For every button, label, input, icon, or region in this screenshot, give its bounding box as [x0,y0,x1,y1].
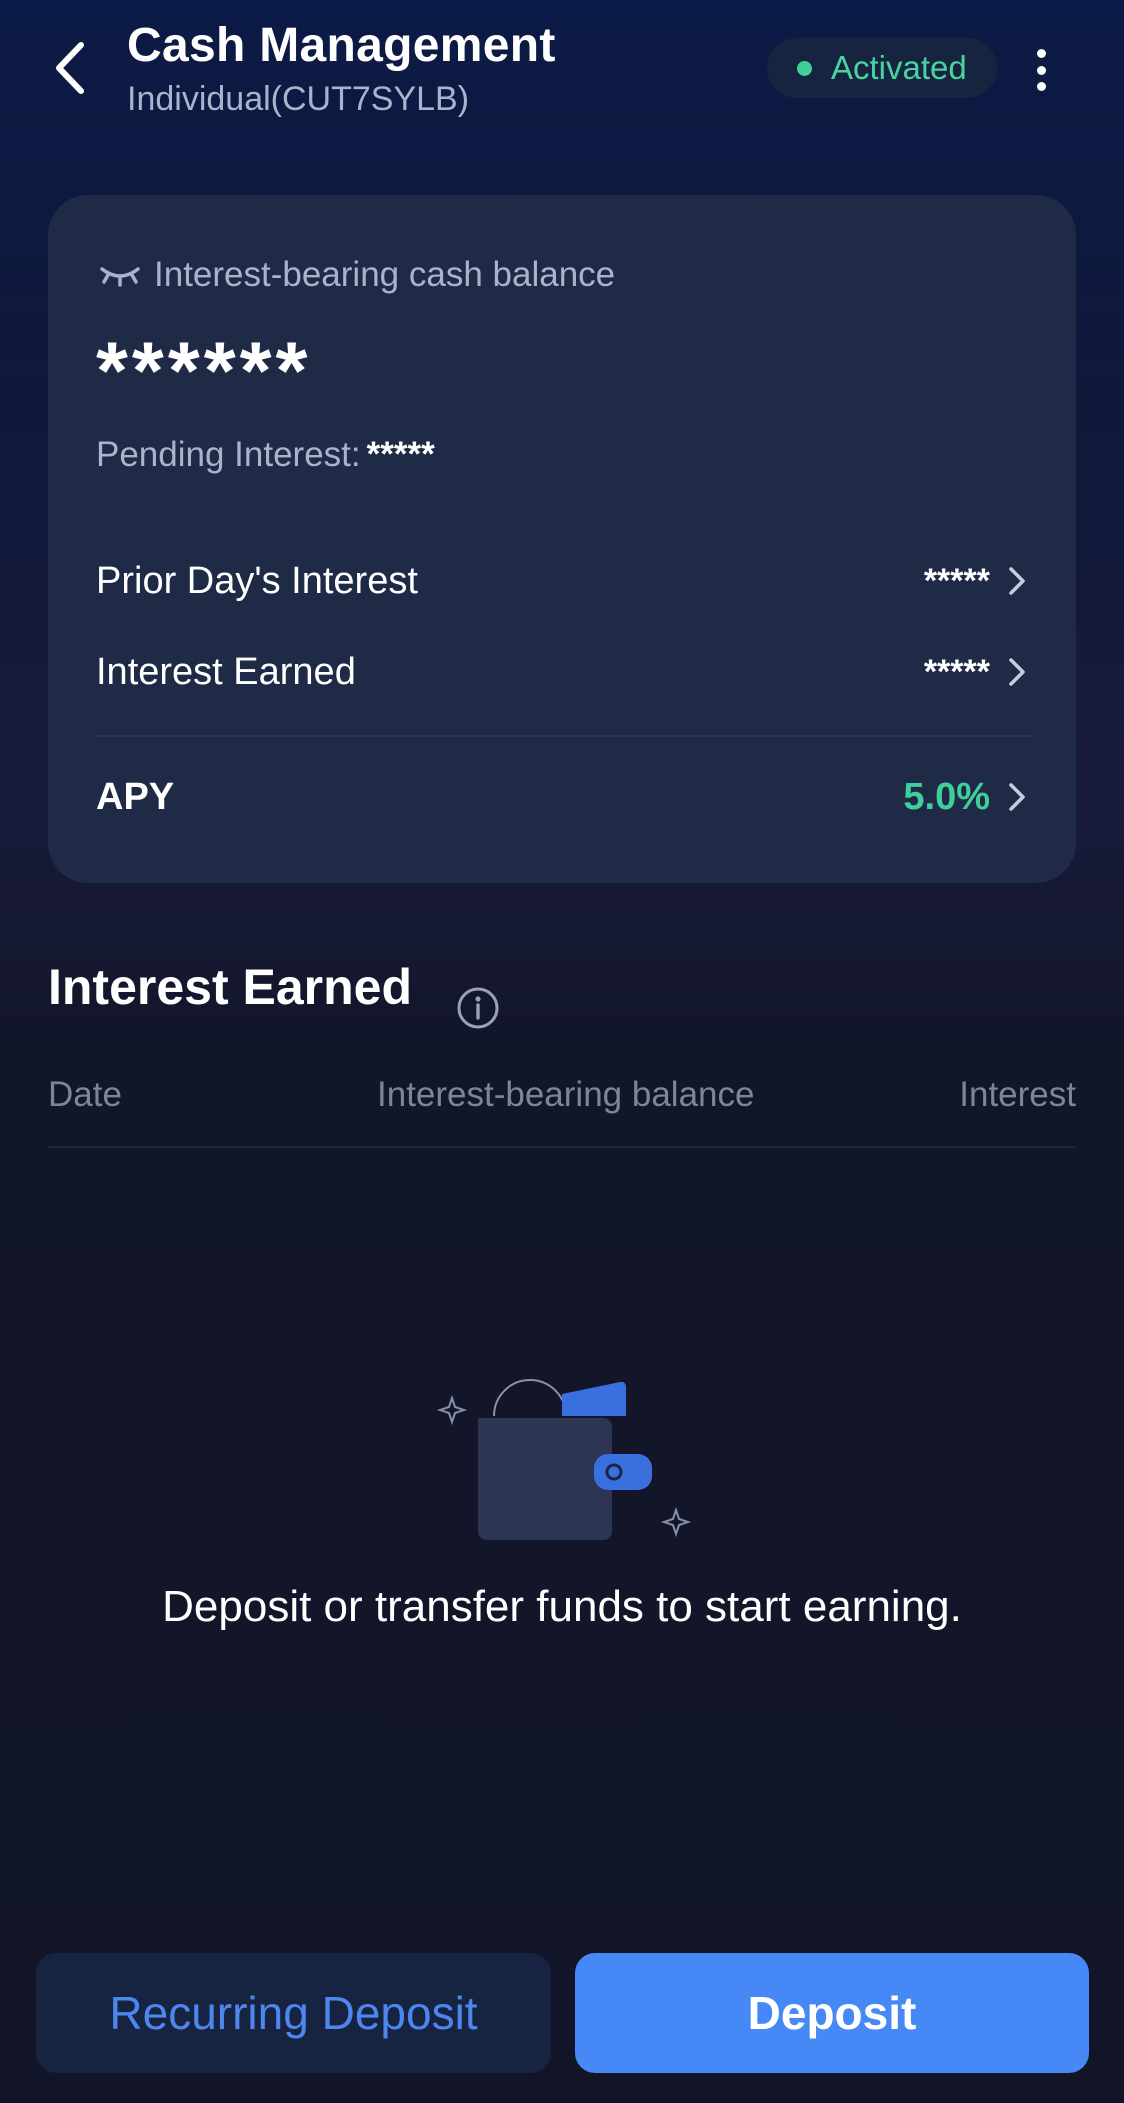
more-options-button[interactable] [1024,44,1058,96]
chevron-left-icon [56,42,84,94]
info-icon[interactable] [456,986,500,1030]
chevron-right-icon [1008,564,1030,598]
pending-interest: Pending Interest: ***** [96,435,435,475]
column-header-interest: Interest [959,1075,1076,1114]
status-badge: Activated [767,38,997,98]
back-button[interactable] [44,36,96,100]
status-dot-icon [797,60,812,76]
section-title: Interest Earned [48,959,413,1015]
column-header-balance: Interest-bearing balance [377,1075,755,1114]
column-header-date: Date [48,1075,122,1114]
prior-day-interest-row[interactable]: Prior Day's Interest ***** [96,546,1030,616]
row-label: Interest Earned [96,650,356,693]
status-text: Activated [831,49,967,86]
empty-state-message: Deposit or transfer funds to start earni… [162,1582,962,1631]
page-title: Cash Management [127,19,556,72]
top-bar: Cash Management Individual(CUT7SYLB) Act… [0,0,1124,140]
more-vertical-icon [1036,49,1046,58]
pending-interest-value: ***** [366,435,435,474]
account-subtitle: Individual(CUT7SYLB) [127,80,470,118]
pending-interest-label: Pending Interest: [96,435,361,474]
chevron-right-icon [1008,780,1030,814]
balance-label-row: Interest-bearing cash balance [98,255,615,295]
row-value: ***** [923,561,990,600]
apy-row[interactable]: APY 5.0% [96,762,1030,832]
interest-earned-row[interactable]: Interest Earned ***** [96,637,1030,707]
balance-label: Interest-bearing cash balance [154,255,616,294]
apy-label: APY [96,775,175,818]
balance-card: Interest-bearing cash balance ****** Pen… [48,195,1076,883]
card-divider [96,735,1030,737]
recurring-deposit-button[interactable]: Recurring Deposit [36,1953,551,2073]
apy-value: 5.0% [903,775,990,818]
chevron-right-icon [1008,655,1030,689]
wallet-icon [436,1379,692,1540]
table-divider [48,1146,1076,1148]
balance-value: ****** [96,326,312,417]
deposit-button[interactable]: Deposit [575,1953,1089,2073]
eye-closed-icon[interactable] [98,260,142,290]
row-label: Prior Day's Interest [96,559,418,602]
row-value: ***** [923,652,990,691]
